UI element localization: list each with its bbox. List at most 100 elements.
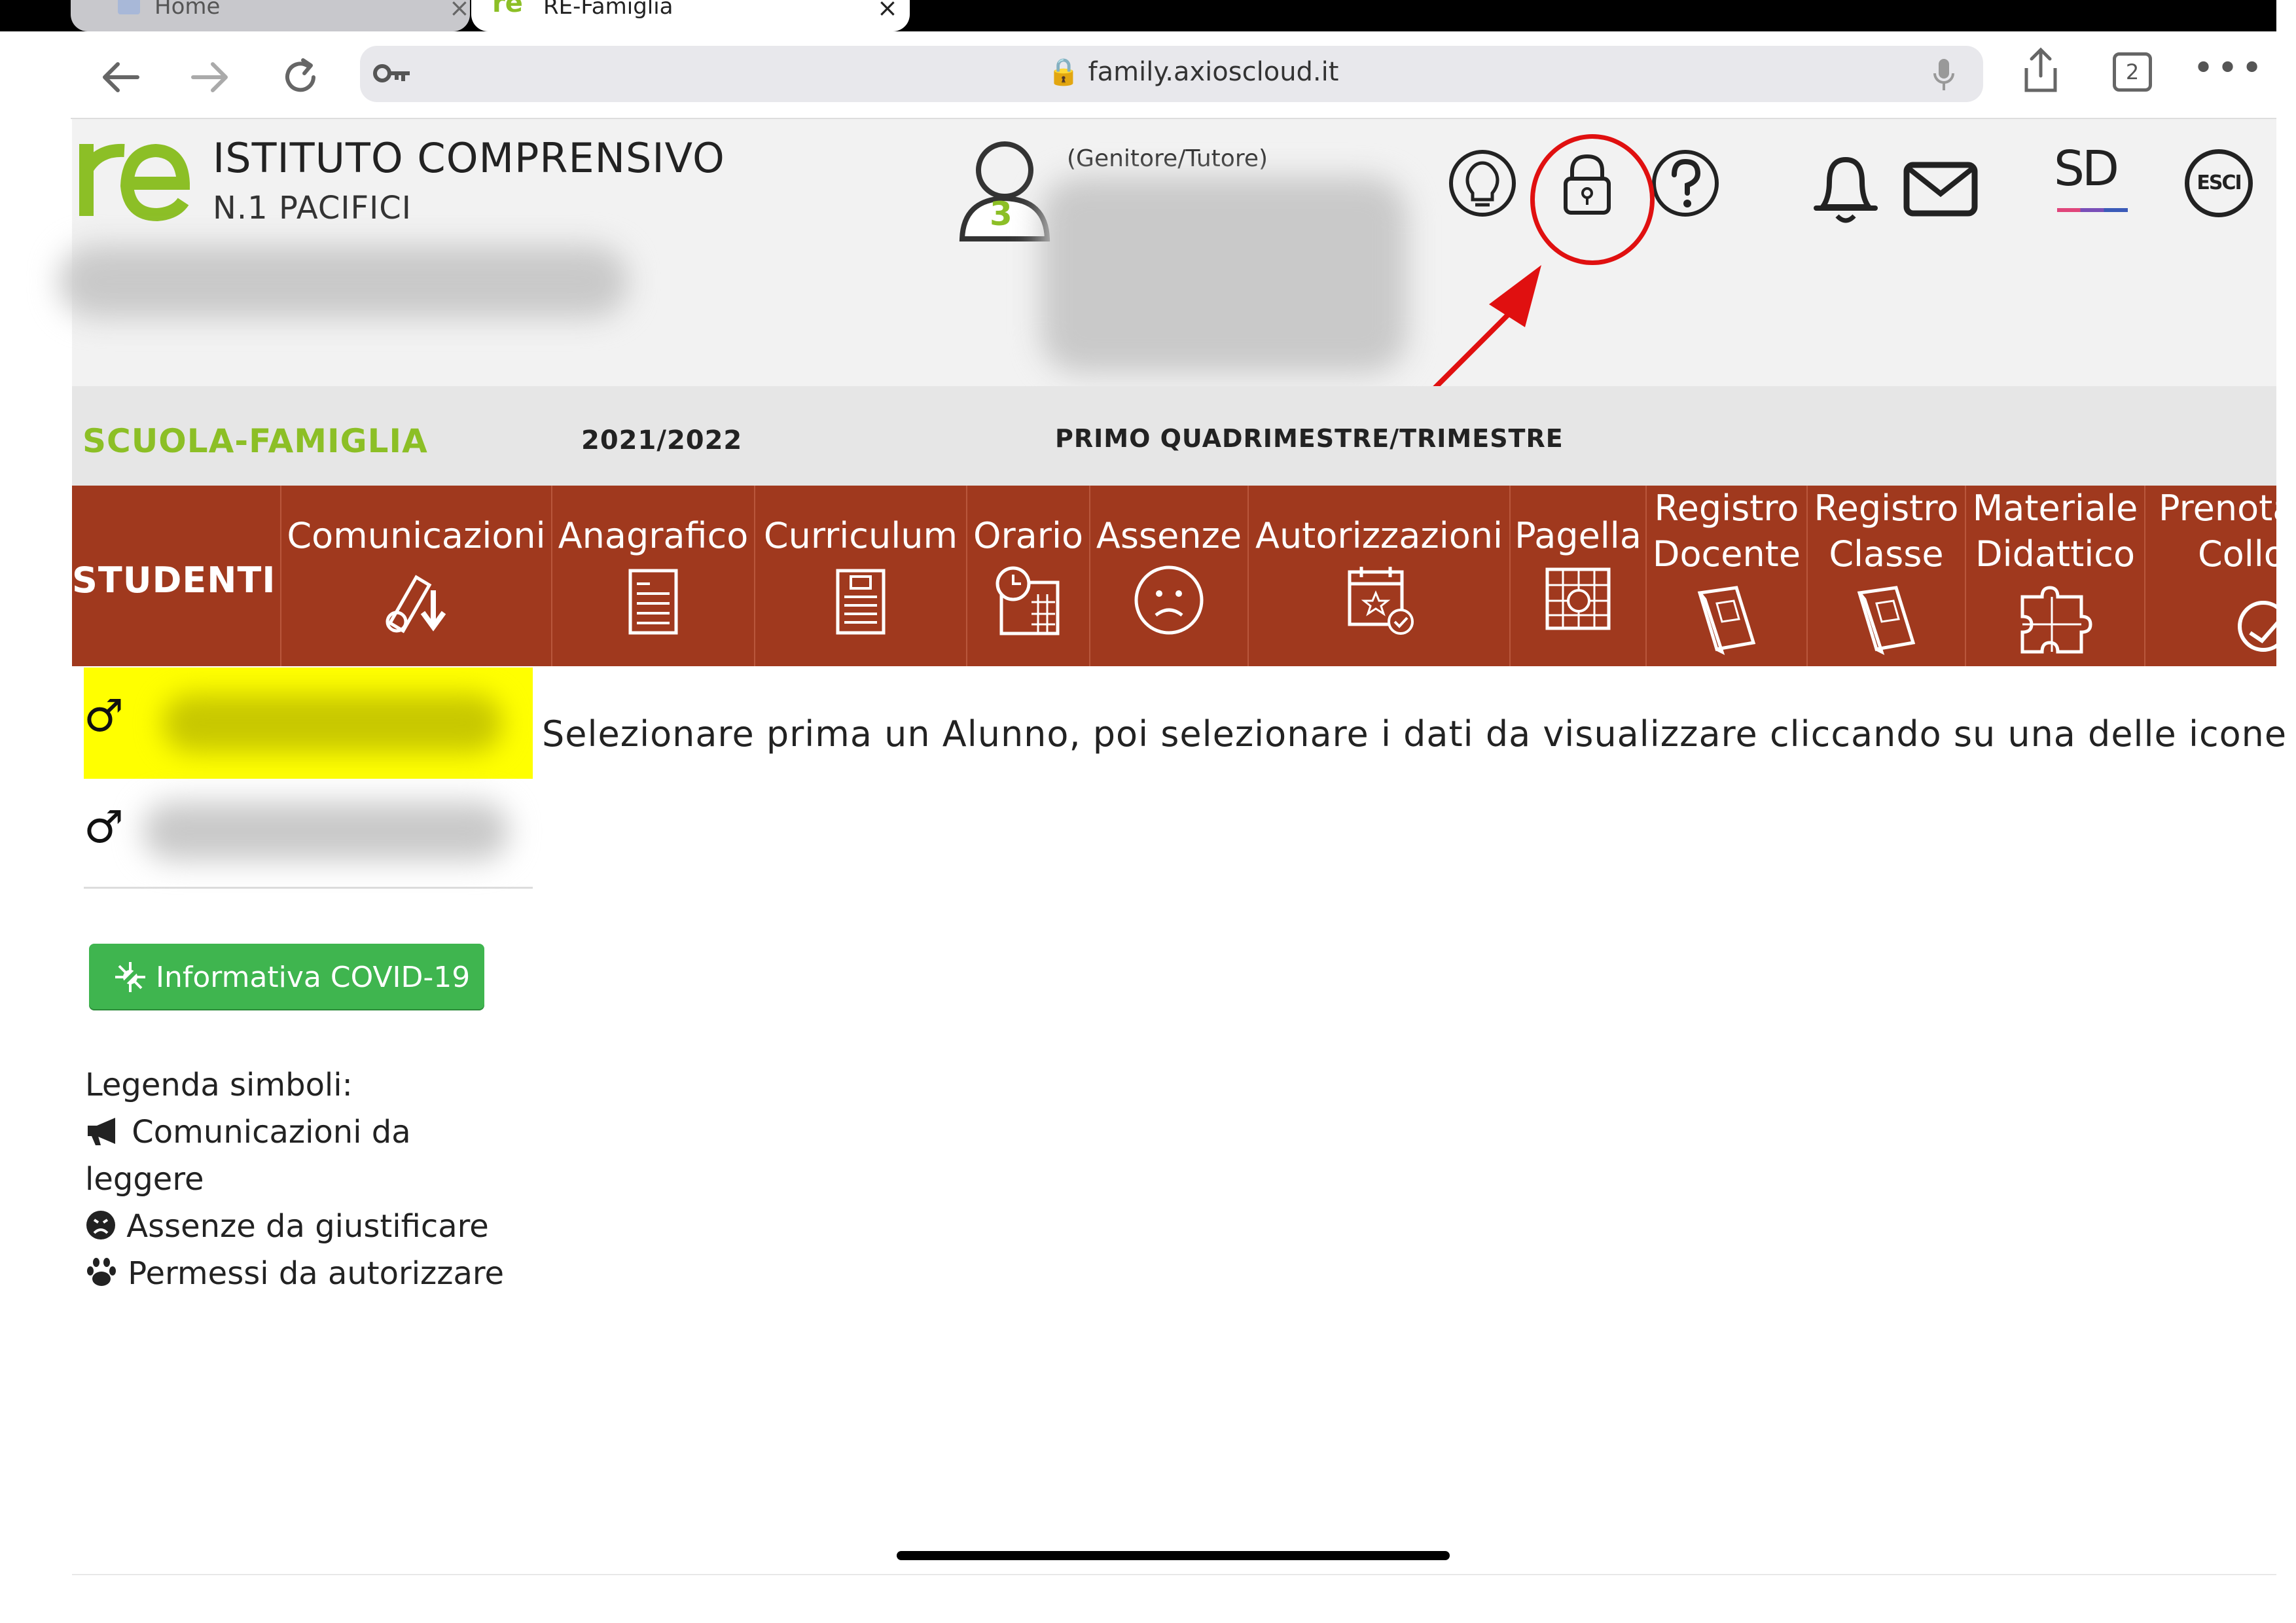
mail-icon[interactable] [1901,157,1980,223]
reload-icon[interactable] [278,55,323,99]
sd-underline [2057,208,2128,212]
redacted-text [59,245,628,317]
menu-materiale-didattico[interactable]: Materiale Didattico [1965,486,2144,666]
key-icon[interactable] [373,60,412,86]
male-icon: ♂ [84,802,124,853]
megaphone-icon [88,1118,115,1145]
menu-registro-docente[interactable]: Registro Docente [1645,486,1806,666]
legend-item-comunicazioni: Comunicazioni da [85,1114,411,1150]
report-card-icon [1545,567,1611,630]
user-badge: 3 [990,195,1013,233]
menu-label: Docente [1652,533,1801,575]
microphone-icon[interactable] [1931,56,1957,93]
annotation-circle [1530,134,1655,265]
url-value: family.axioscloud.it [1088,57,1339,87]
menu-label: Autorizzazioni [1255,515,1503,556]
menu-autorizzazioni[interactable]: Autorizzazioni [1247,486,1509,666]
back-arrow-icon[interactable] [98,58,144,97]
menu-label: Materiale [1972,488,2138,529]
home-indicator[interactable] [897,1551,1450,1560]
menu-anagrafico[interactable]: Anagrafico [551,486,754,666]
menu-comunicazioni[interactable]: Comunicazioni [280,486,551,666]
lightbulb-icon[interactable] [1446,147,1518,219]
menu-assenze[interactable]: Assenze [1089,486,1247,666]
re-favicon-icon: re [492,0,523,18]
megaphone-icon [386,575,446,633]
redacted-name [143,802,509,861]
menu-curriculum[interactable]: Curriculum [754,486,966,666]
address-bar[interactable]: 🔒 family.axioscloud.it [360,46,1983,102]
legend-title: Legenda simboli: [85,1067,353,1103]
annotation-arrow [1431,265,1541,392]
menu-label: Registro [1814,488,1959,529]
exit-button[interactable]: ESCI [2185,149,2253,217]
legend-item-comunicazioni-cont: leggere [85,1161,204,1198]
section-title: SCUOLA-FAMIGLIA [82,422,428,460]
menu-label: Pagella [1515,515,1641,556]
menu-label: Prenota [2159,488,2278,529]
re-logo-icon [79,143,190,222]
sad-face-icon [1134,565,1204,635]
school-name: ISTITUTO COMPRENSIVO [213,134,725,182]
legend-text: Permessi da autorizzare [128,1255,505,1292]
menu-label: Anagrafico [558,515,749,556]
covid-button-label: Informativa COVID-19 [156,961,471,994]
bell-icon[interactable] [1810,149,1882,228]
tab-count-button[interactable]: 2 [2113,52,2152,92]
new-tab-icon[interactable]: + [843,0,874,35]
instruction-text: Selezionare prima un Alunno, poi selezio… [542,713,2296,755]
menu-label: Registro [1654,488,1799,529]
menu-pagella[interactable]: Pagella [1509,486,1645,666]
legend-item-assenze: Assenze da giustificare [85,1208,489,1245]
share-icon[interactable] [2021,45,2060,94]
frown-circle-icon [86,1211,115,1240]
menu-label: Orario [973,515,1084,556]
close-tab-icon[interactable]: × [877,0,898,22]
close-tab-icon[interactable]: × [449,0,470,22]
calendar-check-icon [1348,567,1414,635]
menu-registro-classe[interactable]: Registro Classe [1806,486,1965,666]
puzzle-icon [2020,586,2092,654]
redacted-name [162,694,503,753]
tab-home-label: Home [154,0,221,20]
school-year: 2021/2022 [581,425,743,455]
legend-text: Assenze da giustificare [126,1208,489,1245]
device-bezel [0,0,71,31]
schedule-icon [996,566,1060,635]
home-favicon-icon [118,0,140,14]
male-icon: ♂ [84,690,124,742]
menu-label: Didattico [1975,533,2136,575]
student-item[interactable]: ♂ [84,782,533,889]
profile-document-icon [628,569,678,635]
paw-icon [87,1258,116,1286]
handshake-icon [2238,601,2278,652]
sd-icon[interactable]: SD [2054,141,2119,197]
menu-prenota-colloqui[interactable]: Prenota Collo [2144,486,2278,666]
forward-arrow-icon[interactable] [187,58,232,97]
url-text[interactable]: 🔒 family.axioscloud.it [1047,56,1338,87]
students-label: STUDENTI [72,560,276,601]
more-options-icon[interactable]: ••• [2193,47,2265,90]
tab-home[interactable]: Home × [71,0,470,31]
menu-label: Collo [2198,533,2278,575]
curriculum-document-icon [836,569,886,635]
school-subtitle: N.1 PACIFICI [213,190,412,226]
user-role: (Genitore/Tutore) [1067,145,1268,172]
sd-label: SD [2054,141,2119,197]
covid-info-button[interactable]: Informativa COVID-19 [89,944,484,1009]
book-icon [1697,586,1756,655]
menu-orario[interactable]: Orario [966,486,1089,666]
period-label: PRIMO QUADRIMESTRE/TRIMESTRE [1055,424,1564,453]
menu-label: Classe [1829,533,1944,575]
student-item-selected[interactable]: ♂ [84,668,533,779]
legend-text: Comunicazioni da [132,1114,411,1150]
tab-re-label: RE-Famiglia [543,0,673,20]
menu-label: Comunicazioni [287,515,546,556]
menu-label: Assenze [1096,515,1242,556]
help-icon[interactable] [1649,147,1721,219]
virus-icon [115,961,146,993]
menu-label: Curriculum [763,515,958,556]
legend-item-permessi: Permessi da autorizzare [85,1255,504,1292]
redacted-text [1041,177,1407,373]
tab-strip: Home × re RE-Famiglia × + [71,0,2276,35]
